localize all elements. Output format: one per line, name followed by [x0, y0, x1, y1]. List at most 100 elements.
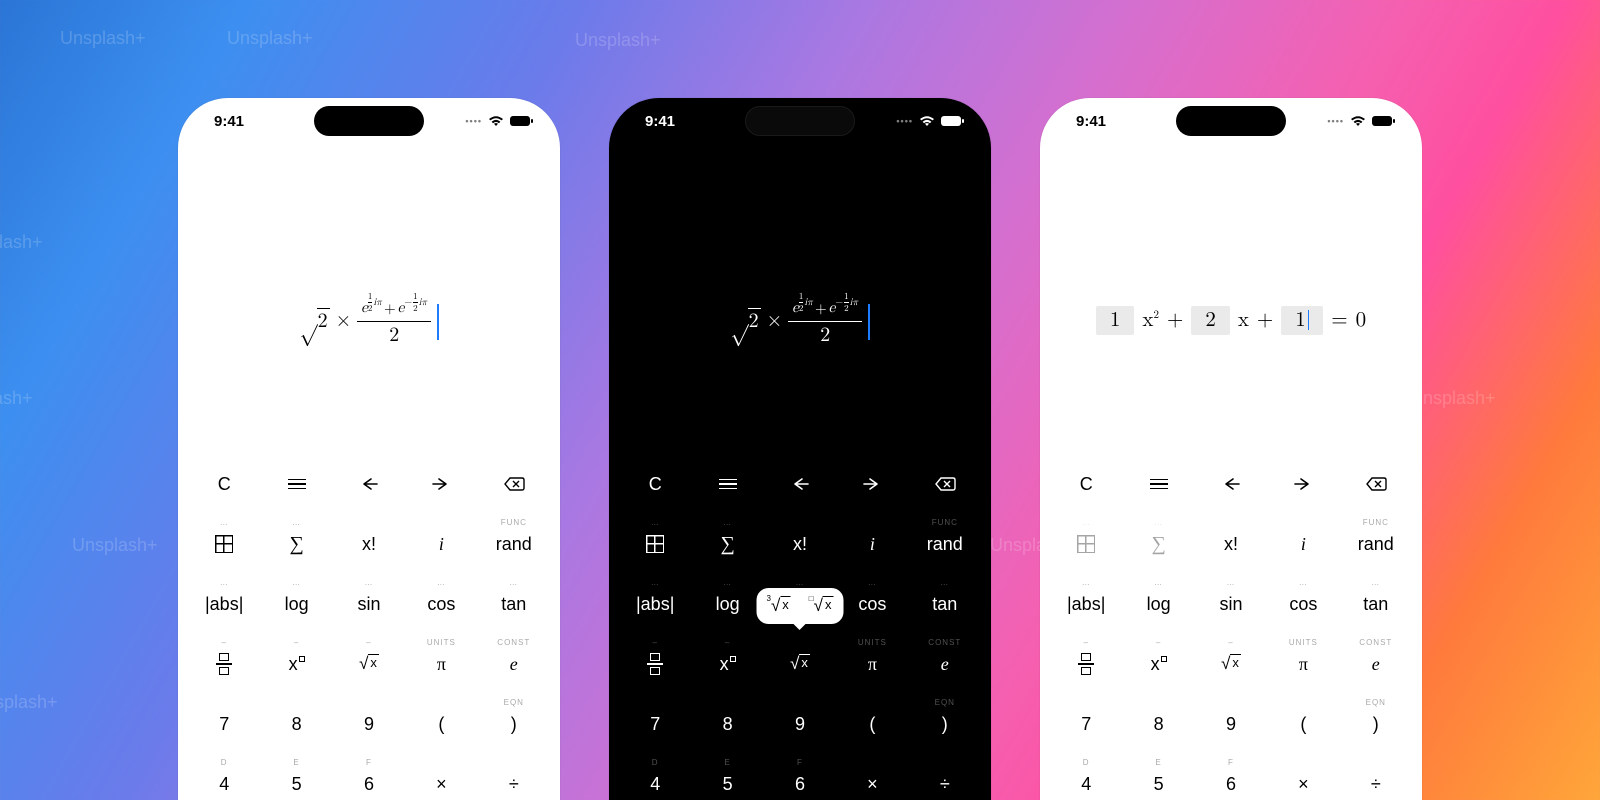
key-i[interactable]: i — [405, 514, 477, 574]
key-power[interactable]: –x — [260, 634, 332, 694]
key-left[interactable] — [1195, 454, 1267, 514]
key-7[interactable]: 7 — [188, 694, 260, 754]
key-abs[interactable]: …|abs| — [619, 574, 691, 634]
wifi-icon — [488, 115, 504, 127]
key-8[interactable]: 8 — [260, 694, 332, 754]
key-rand[interactable]: FUNCrand — [909, 514, 981, 574]
key-e[interactable]: CONSTe — [909, 634, 981, 694]
key-lparen[interactable]: ( — [836, 694, 908, 754]
key-tan[interactable]: …tan — [1340, 574, 1412, 634]
key-4[interactable]: D4 — [188, 754, 260, 800]
key-left[interactable] — [764, 454, 836, 514]
key-5[interactable]: E5 — [260, 754, 332, 800]
coef-b-input[interactable]: 2 — [1191, 306, 1230, 335]
key-menu[interactable] — [260, 454, 332, 514]
expression-display[interactable]: √2 × e 12 iπ + e — [178, 144, 560, 434]
key-menu[interactable] — [691, 454, 763, 514]
key-sigma: …∑ — [1122, 514, 1194, 574]
key-pi[interactable]: UNITSπ — [405, 634, 477, 694]
key-clear[interactable]: C — [188, 454, 260, 514]
key-e[interactable]: CONSTe — [1340, 634, 1412, 694]
sqrt-longpress-popup[interactable]: 3√x □√x — [756, 588, 843, 624]
key-tan[interactable]: …tan — [909, 574, 981, 634]
key-right[interactable] — [836, 454, 908, 514]
coef-c-input[interactable]: 1 — [1281, 306, 1323, 335]
key-e[interactable]: CONSTe — [478, 634, 550, 694]
fraction-icon — [647, 653, 663, 674]
key-power[interactable]: –x — [1122, 634, 1194, 694]
key-7[interactable]: 7 — [619, 694, 691, 754]
key-backspace[interactable] — [478, 454, 550, 514]
key-tan[interactable]: …tan — [478, 574, 550, 634]
key-6[interactable]: F6 — [333, 754, 405, 800]
key-multiply[interactable]: × — [836, 754, 908, 800]
key-lparen[interactable]: ( — [405, 694, 477, 754]
key-cos[interactable]: …cos — [836, 574, 908, 634]
key-factorial[interactable]: x! — [764, 514, 836, 574]
key-clear[interactable]: C — [619, 454, 691, 514]
key-sigma[interactable]: …∑ — [691, 514, 763, 574]
key-sqrt[interactable]: –√x — [333, 634, 405, 694]
key-multiply[interactable]: × — [405, 754, 477, 800]
key-matrix[interactable]: … — [619, 514, 691, 574]
equation-display[interactable]: 1 x2 + 2 x + 1 = 0 — [1040, 144, 1422, 434]
key-pi[interactable]: UNITSπ — [1267, 634, 1339, 694]
key-4[interactable]: D4 — [1050, 754, 1122, 800]
key-i[interactable]: i — [836, 514, 908, 574]
key-i[interactable]: i — [1267, 514, 1339, 574]
key-factorial[interactable]: x! — [333, 514, 405, 574]
key-fraction[interactable]: – — [619, 634, 691, 694]
key-9[interactable]: 9 — [333, 694, 405, 754]
key-multiply[interactable]: × — [1267, 754, 1339, 800]
key-right[interactable] — [1267, 454, 1339, 514]
key-factorial[interactable]: x! — [1195, 514, 1267, 574]
key-divide[interactable]: ÷ — [478, 754, 550, 800]
key-abs[interactable]: …|abs| — [188, 574, 260, 634]
coef-a-input[interactable]: 1 — [1096, 306, 1135, 335]
key-6[interactable]: F6 — [1195, 754, 1267, 800]
key-clear[interactable]: C — [1050, 454, 1122, 514]
key-sigma[interactable]: …∑ — [260, 514, 332, 574]
key-9[interactable]: 9 — [764, 694, 836, 754]
key-sin[interactable]: …sin — [333, 574, 405, 634]
key-rparen[interactable]: EQN) — [909, 694, 981, 754]
cellular-dots-icon: •••• — [465, 116, 482, 126]
key-log[interactable]: …log — [691, 574, 763, 634]
key-cos[interactable]: …cos — [1267, 574, 1339, 634]
key-rparen[interactable]: EQN) — [1340, 694, 1412, 754]
key-5[interactable]: E5 — [1122, 754, 1194, 800]
key-divide[interactable]: ÷ — [909, 754, 981, 800]
key-backspace[interactable] — [909, 454, 981, 514]
key-9[interactable]: 9 — [1195, 694, 1267, 754]
popup-cuberoot[interactable]: 3√x — [766, 596, 790, 616]
key-7[interactable]: 7 — [1050, 694, 1122, 754]
key-5[interactable]: E5 — [691, 754, 763, 800]
popup-nthroot[interactable]: □√x — [809, 596, 834, 616]
key-power[interactable]: –x — [691, 634, 763, 694]
key-4[interactable]: D4 — [619, 754, 691, 800]
key-divide[interactable]: ÷ — [1340, 754, 1412, 800]
key-fraction[interactable]: – — [1050, 634, 1122, 694]
key-sqrt[interactable]: –√x — [1195, 634, 1267, 694]
key-log[interactable]: …log — [260, 574, 332, 634]
key-log[interactable]: …log — [1122, 574, 1194, 634]
key-matrix[interactable]: … — [188, 514, 260, 574]
key-left[interactable] — [333, 454, 405, 514]
key-fraction[interactable]: – — [188, 634, 260, 694]
key-backspace[interactable] — [1340, 454, 1412, 514]
key-pi[interactable]: UNITSπ — [836, 634, 908, 694]
key-right[interactable] — [405, 454, 477, 514]
key-lparen[interactable]: ( — [1267, 694, 1339, 754]
key-rparen[interactable]: EQN) — [478, 694, 550, 754]
expression-display[interactable]: √2 × e 12 iπ + e — [609, 144, 991, 434]
key-8[interactable]: 8 — [691, 694, 763, 754]
key-8[interactable]: 8 — [1122, 694, 1194, 754]
key-sqrt[interactable]: 3√x □√x √x — [764, 634, 836, 694]
key-sin[interactable]: …sin — [1195, 574, 1267, 634]
key-rand[interactable]: FUNCrand — [1340, 514, 1412, 574]
key-menu[interactable] — [1122, 454, 1194, 514]
key-cos[interactable]: …cos — [405, 574, 477, 634]
key-rand[interactable]: FUNCrand — [478, 514, 550, 574]
key-abs[interactable]: …|abs| — [1050, 574, 1122, 634]
key-6[interactable]: F6 — [764, 754, 836, 800]
